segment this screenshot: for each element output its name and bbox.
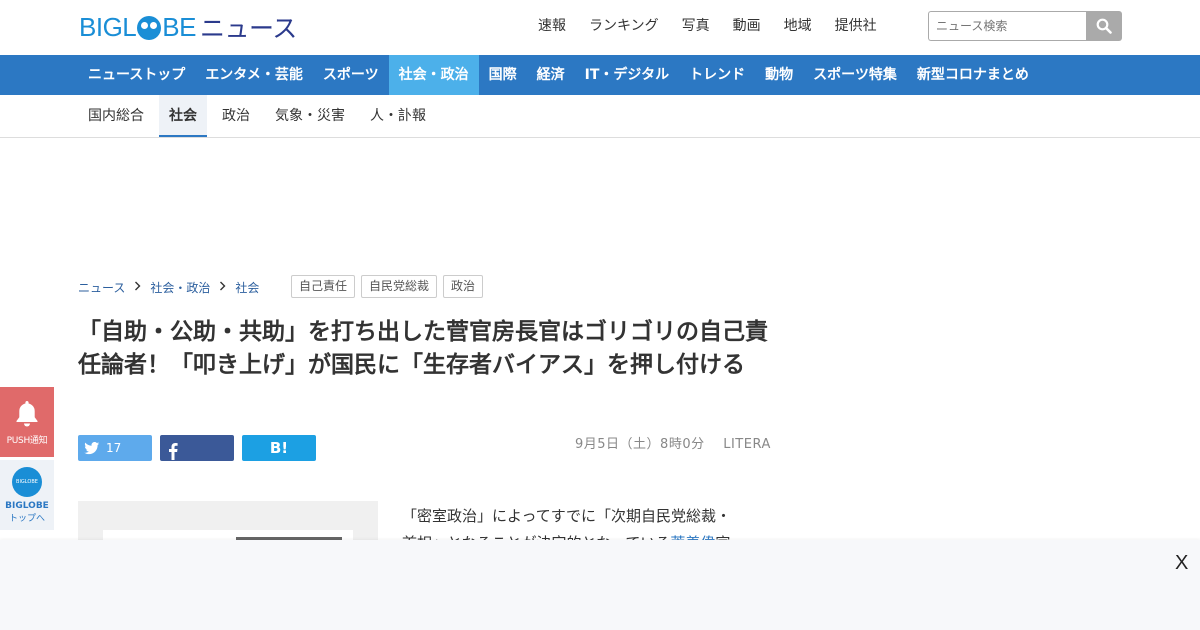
biglobe-mascot-icon: BIGLOBE — [12, 467, 42, 497]
tag-politics[interactable]: 政治 — [443, 275, 484, 298]
top-link-providers[interactable]: 提供社 — [835, 16, 877, 36]
push-notification-button[interactable]: PUSH通知 — [0, 387, 54, 457]
top-links: 速報 ランキング 写真 動画 地域 提供社 — [538, 16, 900, 36]
search-icon — [1096, 18, 1112, 34]
top-link-photos[interactable]: 写真 — [682, 16, 710, 36]
article-title: 「自助・公助・共助」を打ち出した菅官房長官はゴリゴリの自己責任論者！「叩き上げ」… — [78, 319, 768, 378]
twitter-icon — [84, 441, 100, 454]
nav-economy[interactable]: 経済 — [527, 55, 575, 95]
nav-it-digital[interactable]: IT・デジタル — [575, 55, 679, 95]
tag-list: 自己責任 自民党総裁 政治 — [291, 275, 484, 298]
biglobe-top-sublabel: トップへ — [8, 514, 45, 524]
nav-animals[interactable]: 動物 — [755, 55, 803, 95]
top-link-ranking[interactable]: ランキング — [589, 16, 659, 36]
article-body-line: 「密室政治」によってすでに「次期自民党総裁・ — [402, 507, 731, 525]
push-notification-label: PUSH通知 — [6, 435, 48, 446]
top-link-region[interactable]: 地域 — [784, 16, 812, 36]
breadcrumb-society[interactable]: 社会 — [235, 279, 259, 296]
nav-entertainment[interactable]: エンタメ・芸能 — [195, 55, 313, 95]
tag-self-responsibility[interactable]: 自己責任 — [291, 275, 356, 298]
subnav-people-obituaries[interactable]: 人・訃報 — [360, 95, 436, 137]
twitter-share-button[interactable]: 17 — [78, 435, 152, 461]
nav-trend[interactable]: トレンド — [679, 55, 755, 95]
subnav-politics[interactable]: 政治 — [212, 95, 260, 137]
top-link-videos[interactable]: 動画 — [733, 16, 761, 36]
facebook-share-button[interactable] — [160, 435, 234, 461]
logo-text-right: BE — [162, 11, 196, 42]
site-header: BIGL BE ニュース 速報 ランキング 写真 動画 地域 提供社 — [0, 0, 1200, 55]
biglobe-top-label: BIGLOBE — [5, 501, 49, 511]
chevron-right-icon — [134, 281, 141, 294]
chevron-right-icon — [219, 281, 226, 294]
nav-covid-summary[interactable]: 新型コロナまとめ — [907, 55, 1039, 95]
nav-sports[interactable]: スポーツ — [313, 55, 389, 95]
logo-mascot-icon — [137, 16, 162, 40]
facebook-icon — [169, 442, 178, 460]
nav-society-politics[interactable]: 社会・政治 — [388, 55, 479, 95]
tag-ldp-president[interactable]: 自民党総裁 — [361, 275, 438, 298]
logo-news-text: ニュース — [199, 14, 297, 43]
subnav-society[interactable]: 社会 — [159, 95, 207, 137]
breadcrumb-society-politics[interactable]: 社会・政治 — [150, 279, 210, 296]
main-nav: ニューストップ エンタメ・芸能 スポーツ 社会・政治 国際 経済 IT・デジタル… — [0, 55, 1200, 95]
close-overlay-button[interactable]: X — [1175, 552, 1188, 575]
logo-text-left: BIGL — [79, 11, 137, 42]
article-source: LITERA — [723, 437, 771, 452]
top-link-breaking[interactable]: 速報 — [538, 16, 566, 36]
biglobe-news-logo[interactable]: BIGL BE ニュース — [79, 11, 297, 44]
search-box — [928, 11, 1122, 41]
search-input[interactable] — [928, 11, 1086, 41]
nav-sports-feature[interactable]: スポーツ特集 — [803, 55, 907, 95]
article-date: 9月5日（土）8時0分 — [575, 437, 705, 452]
breadcrumb: ニュース 社会・政治 社会 — [78, 279, 259, 296]
biglobe-top-button[interactable]: BIGLOBE BIGLOBE トップへ — [0, 460, 54, 530]
subnav-domestic[interactable]: 国内総合 — [78, 95, 154, 137]
share-buttons: 17 B! — [78, 435, 316, 461]
nav-news-top[interactable]: ニューストップ — [78, 55, 195, 95]
breadcrumb-news[interactable]: ニュース — [78, 279, 125, 296]
article-meta: 9月5日（土）8時0分 LITERA — [575, 433, 771, 452]
nav-international[interactable]: 国際 — [479, 55, 527, 95]
hatena-bookmark-icon: B! — [269, 439, 289, 457]
sub-nav: 国内総合 社会 政治 気象・災害 人・訃報 — [0, 95, 1200, 138]
twitter-share-count: 17 — [106, 441, 122, 455]
hatena-bookmark-button[interactable]: B! — [242, 435, 316, 461]
bottom-ad-overlay: X — [0, 540, 1200, 630]
search-button[interactable] — [1086, 11, 1122, 41]
bell-icon — [16, 400, 38, 426]
subnav-weather-disaster[interactable]: 気象・災害 — [265, 95, 355, 137]
